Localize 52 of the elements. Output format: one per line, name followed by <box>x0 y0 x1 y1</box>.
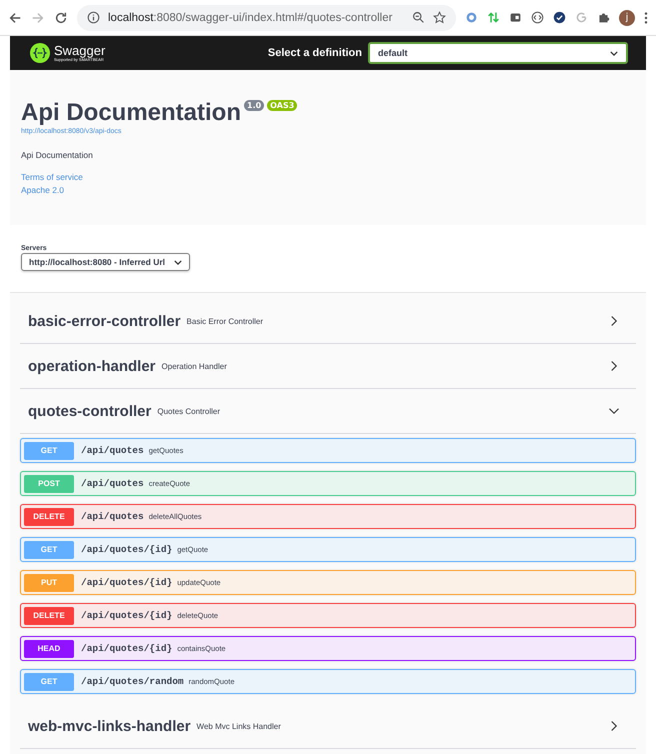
extension-icon[interactable] <box>509 11 522 24</box>
version-badge: 1.0 <box>244 100 264 111</box>
tag-name: web-mvc-links-handler <box>28 718 191 734</box>
tag-header[interactable]: operation-handler Operation Handler <box>20 344 636 389</box>
braces-logo-icon <box>30 43 50 63</box>
operation-path: /api/quotes/random <box>81 676 184 687</box>
method-badge: PUT <box>24 574 74 592</box>
definition-select[interactable]: default <box>368 42 628 64</box>
reload-icon[interactable] <box>54 10 68 24</box>
operation-path: /api/quotes/{id} <box>81 610 172 621</box>
tag-name: quotes-controller <box>28 402 152 420</box>
star-icon[interactable] <box>433 11 446 24</box>
tag-name: basic-error-controller <box>28 312 181 330</box>
method-badge: DELETE <box>24 606 74 624</box>
operation-path: /api/quotes <box>81 511 144 522</box>
servers-select[interactable]: http://localhost:8080 - Inferred Url <box>21 253 190 271</box>
operation-path: /api/quotes/{id} <box>81 577 172 588</box>
tag-description: Quotes Controller <box>157 406 220 416</box>
back-icon[interactable] <box>8 10 22 24</box>
chevron-down-icon <box>610 50 618 56</box>
profile-avatar[interactable]: j <box>619 10 635 26</box>
zoom-icon[interactable] <box>412 11 425 24</box>
method-badge: GET <box>24 672 74 690</box>
tag-description: Operation Handler <box>162 362 227 370</box>
api-description: Api Documentation <box>21 150 94 160</box>
info-icon[interactable] <box>87 11 100 24</box>
operation-path: /api/quotes/{id} <box>81 643 172 654</box>
menu-icon[interactable] <box>644 10 648 24</box>
code-icon[interactable] <box>531 11 544 24</box>
check-icon[interactable] <box>553 11 566 24</box>
definition-label: Select a definition <box>268 47 362 59</box>
tag-header[interactable]: web-mvc-links-handler Web Mvc Links Handler <box>20 704 636 749</box>
address-bar[interactable]: localhost:8080/swagger-ui/index.html#/quotes-controller <box>77 4 456 30</box>
oas-badge: OAS3 <box>267 100 298 111</box>
tag-header[interactable]: quotes-controller Quotes Controller <box>20 389 636 434</box>
method-badge: GET <box>24 540 74 558</box>
puzzle-icon[interactable] <box>597 11 610 24</box>
method-badge: HEAD <box>24 640 74 658</box>
api-title: Api Documentation <box>21 98 241 128</box>
operation-path: /api/quotes <box>81 478 144 489</box>
tag-description: Web Mvc Links Handler <box>196 722 281 730</box>
tag-name: operation-handler <box>28 358 156 374</box>
operation-path: /api/quotes/{id} <box>81 544 172 555</box>
method-badge: DELETE <box>24 508 74 526</box>
logo-text: Swagger <box>54 44 106 57</box>
method-badge: POST <box>24 474 74 492</box>
url-text: localhost:8080/swagger-ui/index.html#/quotes-controller <box>108 12 394 24</box>
method-badge: GET <box>24 442 74 460</box>
chevron-down-icon <box>174 260 182 264</box>
tag-description: Basic Error Controller <box>186 316 264 326</box>
operation-path: /api/quotes <box>81 445 144 456</box>
tag-header[interactable]: basic-error-controller Basic Error Controller <box>20 299 636 344</box>
